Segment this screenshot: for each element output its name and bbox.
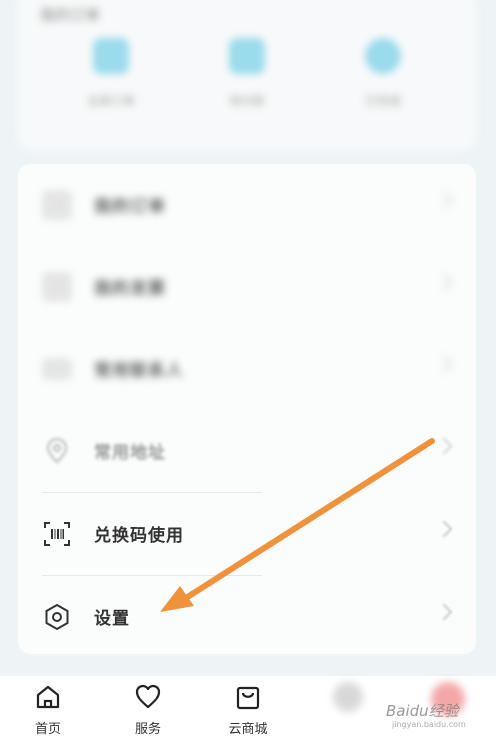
heart-icon: [135, 684, 161, 709]
nav-item-service[interactable]: 服务: [113, 682, 183, 737]
home-icon: [36, 685, 60, 709]
nav-item-mall[interactable]: 云商城: [213, 682, 283, 737]
nav-label: 服务: [134, 722, 161, 737]
nav-label: 首页: [34, 722, 61, 737]
nav-label: 云商城: [228, 722, 268, 737]
watermark-url: jingyan.baidu.com: [392, 720, 466, 729]
shopping-bag-icon: [236, 686, 260, 710]
nav-item-home[interactable]: 首页: [13, 682, 83, 737]
watermark: Baidu经验: [386, 702, 459, 720]
annotation-arrow: [160, 438, 435, 612]
nav-item-blurred[interactable]: [313, 682, 383, 712]
diamond-icon: [333, 682, 363, 712]
